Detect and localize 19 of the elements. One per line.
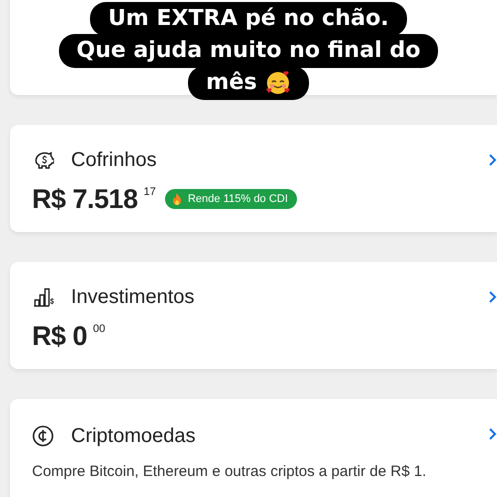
balance-cents: 17 [144,186,156,198]
caption-line: Que ajuda muito no final do [58,34,438,68]
smiling-hearts-icon [264,70,291,96]
balance-amount: R$ 7.518 [32,183,138,215]
chevron-icon [488,427,497,441]
caption-line: Um EXTRA pé no chão. [90,2,407,36]
card-title: Cofrinhos [71,148,157,172]
card-title: Investimentos [71,286,194,308]
caption-line: mês [188,66,309,100]
flame-icon [170,192,183,206]
card-description: Compre Bitcoin, Ethereum e outras criptos a partir de R$ 1. [32,463,428,480]
chevron-icon [488,153,497,167]
balance-cents: 00 [93,323,106,335]
cent-coin-icon [32,425,54,447]
chevron-icon [488,290,497,304]
yield-badge: Rende 115% do CDI [164,189,297,209]
card-title: Criptomoedas [71,424,196,448]
balance-amount: R$ 0 [32,320,88,352]
bar-chart-dollar-icon [32,286,54,308]
